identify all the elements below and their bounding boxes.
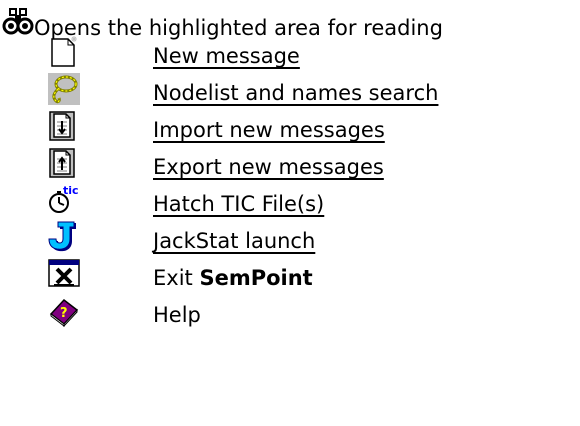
list-item-export-messages[interactable]: Export new messages: [48, 147, 568, 185]
export-document-icon: [49, 148, 75, 178]
exit-label-appname: SemPoint: [199, 266, 313, 290]
import-messages-link[interactable]: Import new messages: [153, 116, 385, 144]
header-description: Opens the highlighted area for reading: [2, 4, 443, 40]
new-message-link[interactable]: New message: [153, 42, 300, 70]
export-messages-link[interactable]: Export new messages: [153, 153, 384, 181]
new-document-icon: [51, 36, 77, 67]
list-item-jackstat[interactable]: JackStat launch: [48, 221, 568, 259]
list-item-import-messages[interactable]: Import new messages: [48, 110, 568, 148]
exit-window-icon: [48, 259, 80, 287]
hatch-tic-link[interactable]: Hatch TIC File(s): [153, 190, 324, 218]
import-document-icon: [49, 111, 75, 141]
help-label: Help: [153, 303, 201, 327]
nodelist-search-link[interactable]: Nodelist and names search: [153, 79, 438, 107]
svg-text:?: ?: [60, 306, 68, 321]
list-item-hatch-tic[interactable]: tic Hatch TIC File(s): [48, 184, 568, 222]
exit-label-prefix: Exit: [153, 266, 200, 290]
list-item-new-message[interactable]: New message: [48, 36, 568, 74]
svg-text:tic: tic: [63, 184, 79, 197]
binoculars-icon: [2, 8, 34, 35]
jackstat-j-icon: [48, 221, 76, 252]
help-book-icon: ?: [49, 298, 79, 327]
lasso-search-icon: [48, 73, 80, 105]
jackstat-launch-link[interactable]: JackStat launch: [153, 227, 315, 255]
list-item-exit: Exit SemPoint: [48, 258, 568, 296]
exit-label: Exit SemPoint: [153, 264, 313, 292]
tic-stopwatch-icon: tic: [49, 184, 79, 213]
list-item-help: ? Help: [48, 295, 568, 333]
list-item-nodelist-search[interactable]: Nodelist and names search: [48, 73, 568, 111]
